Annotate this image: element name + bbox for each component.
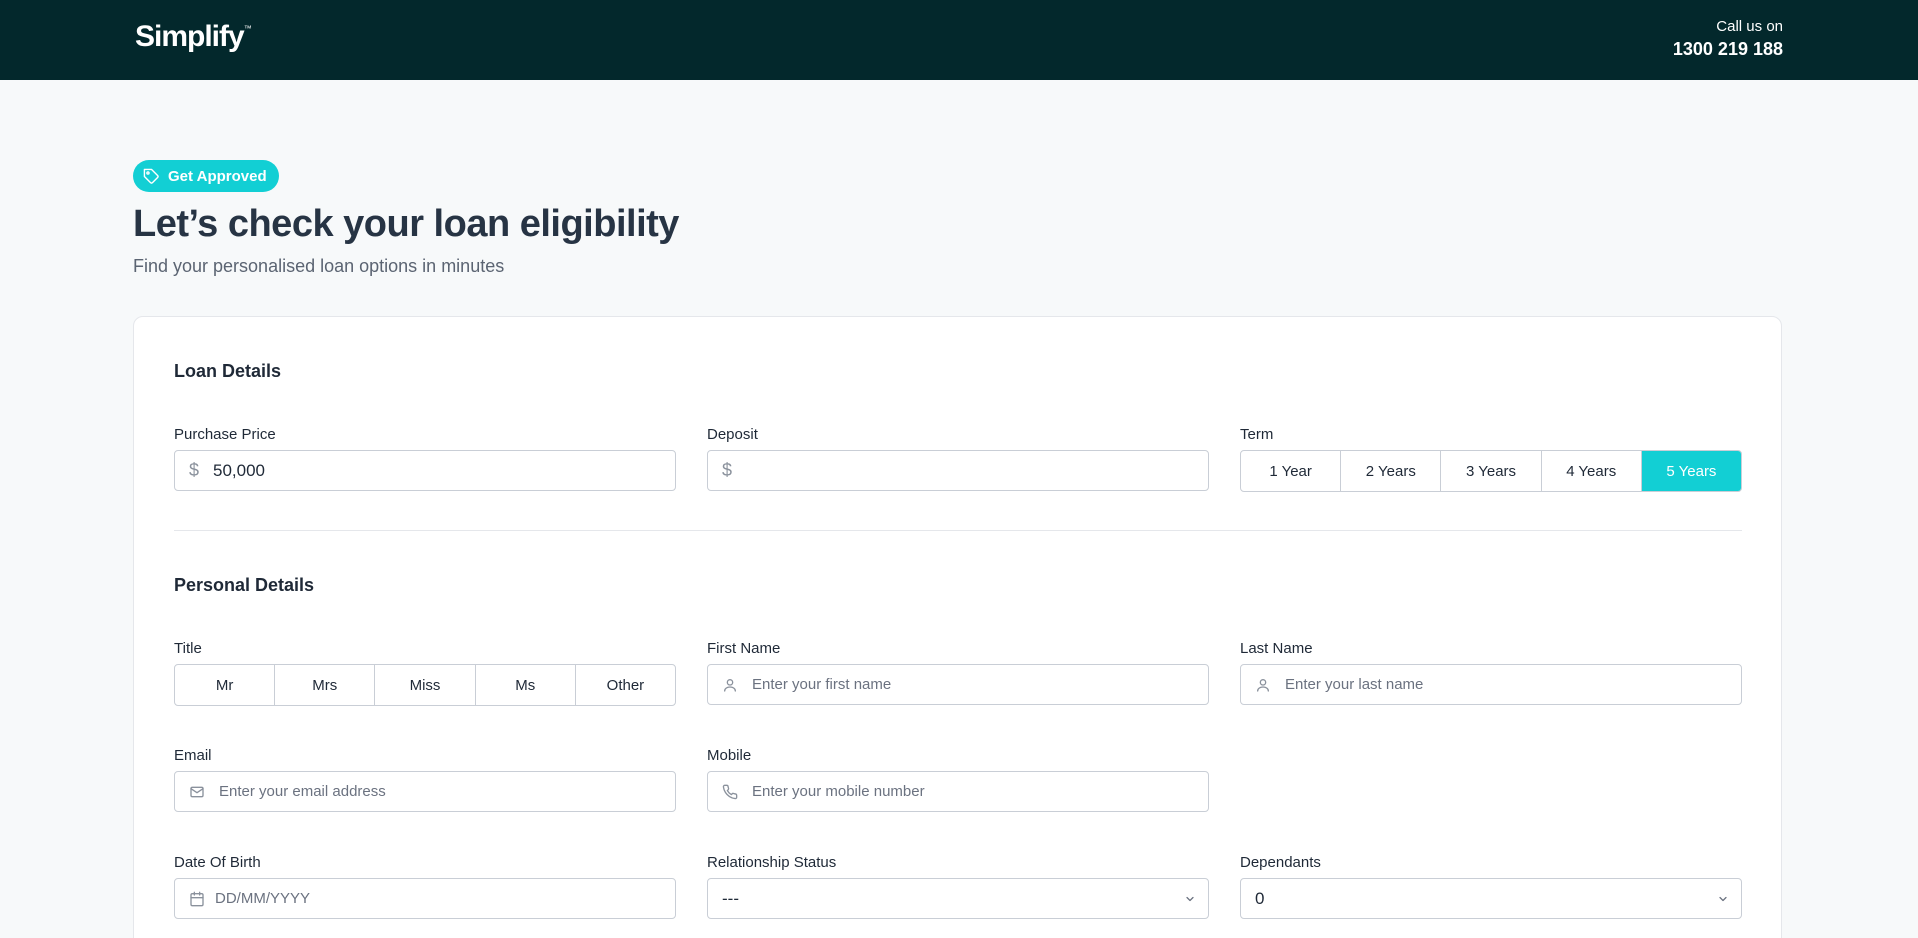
call-us: Call us on 1300 219 188 xyxy=(1673,18,1783,62)
page-subtitle: Find your personalised loan options in m… xyxy=(133,256,505,276)
title-option-miss[interactable]: Miss xyxy=(374,665,474,705)
calendar-icon xyxy=(190,891,204,906)
loan-form-card: Loan Details Purchase Price $ 50,000 Dep… xyxy=(133,316,1782,938)
user-icon xyxy=(724,678,736,692)
purchase-price-value: 50,000 xyxy=(213,460,266,480)
first-name-input[interactable]: Enter your first name xyxy=(707,664,1209,705)
phone-number[interactable]: 1300 219 188 xyxy=(1673,36,1783,62)
chevron-down-icon xyxy=(1186,896,1194,902)
chevron-down-icon xyxy=(1719,896,1727,902)
tag-icon xyxy=(143,168,159,184)
term-selector: 1 Year 2 Years 3 Years 4 Years 5 Years xyxy=(1240,450,1742,492)
badge-label: Get Approved xyxy=(168,167,267,185)
relationship-status-value: --- xyxy=(722,888,739,908)
title-option-other[interactable]: Other xyxy=(574,665,675,705)
title-option-mrs[interactable]: Mrs xyxy=(274,665,374,705)
last-name-label: Last Name xyxy=(1240,640,1313,657)
term-option-1-year[interactable]: 1 Year xyxy=(1241,451,1340,491)
personal-details-heading: Personal Details xyxy=(174,575,315,595)
logo-trademark: ™ xyxy=(243,24,252,33)
dollar-prefix: $ xyxy=(722,460,733,480)
phone-icon xyxy=(722,784,738,799)
title-label: Title xyxy=(174,640,202,657)
logo-text: Simplify xyxy=(135,20,245,53)
dependants-select[interactable]: 0 xyxy=(1240,878,1742,919)
mobile-placeholder: Enter your mobile number xyxy=(752,783,925,800)
deposit-input[interactable]: $ xyxy=(707,450,1209,491)
dob-label: Date Of Birth xyxy=(174,854,261,871)
term-option-4-years[interactable]: 4 Years xyxy=(1540,451,1641,491)
title-selector: Mr Mrs Miss Ms Other xyxy=(174,664,676,706)
first-name-label: First Name xyxy=(707,640,781,657)
deposit-label: Deposit xyxy=(707,426,758,443)
relationship-status-select[interactable]: --- xyxy=(707,878,1209,919)
user-icon xyxy=(1257,678,1269,692)
first-name-placeholder: Enter your first name xyxy=(752,676,892,693)
page-title: Let’s check your loan eligibility xyxy=(133,203,679,245)
top-bar: Simplify™ Call us on 1300 219 188 xyxy=(0,0,1918,80)
dependants-value: 0 xyxy=(1255,888,1265,908)
term-option-3-years[interactable]: 3 Years xyxy=(1440,451,1540,491)
term-option-2-years[interactable]: 2 Years xyxy=(1340,451,1440,491)
term-label: Term xyxy=(1240,426,1274,443)
get-approved-badge: Get Approved xyxy=(133,160,279,192)
purchase-price-input[interactable]: $ 50,000 xyxy=(174,450,676,491)
dob-input[interactable]: DD/MM/YYYY xyxy=(174,878,676,919)
email-input[interactable]: Enter your email address xyxy=(174,771,676,812)
last-name-input[interactable]: Enter your last name xyxy=(1240,664,1742,705)
mail-icon xyxy=(190,786,204,797)
dependants-label: Dependants xyxy=(1240,854,1321,871)
mobile-input[interactable]: Enter your mobile number xyxy=(707,771,1209,812)
section-divider xyxy=(174,530,1742,531)
last-name-placeholder: Enter your last name xyxy=(1285,676,1424,693)
email-label: Email xyxy=(174,747,212,764)
dob-placeholder: DD/MM/YYYY xyxy=(215,890,311,907)
relationship-status-label: Relationship Status xyxy=(707,854,837,871)
purchase-price-label: Purchase Price xyxy=(174,426,276,443)
call-label: Call us on xyxy=(1716,18,1783,35)
dollar-prefix: $ xyxy=(189,460,200,480)
loan-details-heading: Loan Details xyxy=(174,361,282,381)
title-option-mr[interactable]: Mr xyxy=(175,665,274,705)
mobile-label: Mobile xyxy=(707,747,752,764)
brand-logo[interactable]: Simplify™ xyxy=(135,20,252,54)
title-option-ms[interactable]: Ms xyxy=(474,665,575,705)
term-option-5-years[interactable]: 5 Years xyxy=(1640,451,1741,491)
email-placeholder: Enter your email address xyxy=(219,783,386,800)
